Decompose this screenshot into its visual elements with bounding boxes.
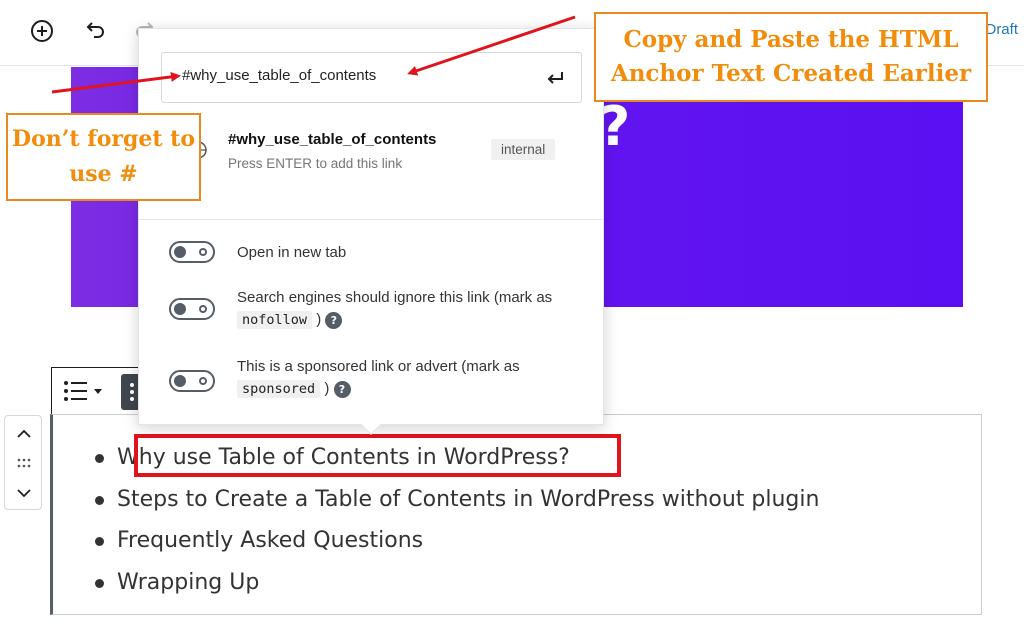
add-block-icon[interactable] — [25, 14, 59, 48]
list-icon — [64, 381, 102, 401]
nofollow-code: nofollow — [237, 311, 313, 329]
sponsored-help-icon[interactable]: ? — [333, 380, 351, 398]
sponsored-toggle[interactable] — [169, 370, 215, 392]
drag-handle-icon — [17, 458, 31, 468]
nofollow-help-icon[interactable]: ? — [325, 311, 343, 329]
save-draft-link[interactable]: Draft — [985, 21, 1018, 38]
sponsored-label: This is a sponsored link or advert (mark… — [237, 358, 520, 398]
move-up-icon — [17, 429, 31, 438]
list-style-button[interactable] — [60, 378, 108, 404]
block-toolbar — [51, 367, 143, 415]
suggestion-title: #why_use_table_of_contents — [228, 131, 437, 148]
nofollow-toggle[interactable] — [169, 298, 215, 320]
open-new-tab-label: Open in new tab — [237, 244, 347, 261]
suggestion-hint: Press ENTER to add this link — [228, 156, 403, 171]
sponsored-code: sponsored — [237, 380, 321, 398]
url-input-container — [161, 52, 582, 103]
hash-reminder-annotation: Don’t forget to use # — [6, 113, 201, 201]
list-item[interactable]: Steps to Create a Table of Contents in W… — [94, 479, 819, 521]
nofollow-label: Search engines should ignore this link (… — [237, 289, 553, 329]
list-item[interactable]: Wrapping Up — [94, 562, 819, 604]
highlight-box — [134, 434, 621, 477]
suggestion-type-badge: internal — [491, 139, 556, 160]
list-item[interactable]: Frequently Asked Questions — [94, 520, 819, 562]
block-mover — [4, 415, 42, 510]
popover-divider — [139, 219, 603, 220]
move-down-icon — [17, 489, 31, 498]
copy-paste-annotation: Copy and Paste the HTML Anchor Text Creat… — [594, 12, 988, 102]
url-input[interactable] — [182, 67, 522, 84]
submit-enter-icon[interactable] — [543, 66, 567, 90]
open-new-tab-toggle[interactable] — [169, 241, 215, 263]
link-popover: #why_use_table_of_contents Press ENTER t… — [138, 28, 604, 435]
link-suggestion-item[interactable]: #why_use_table_of_contents Press ENTER t… — [139, 121, 603, 191]
undo-icon[interactable] — [77, 14, 111, 48]
